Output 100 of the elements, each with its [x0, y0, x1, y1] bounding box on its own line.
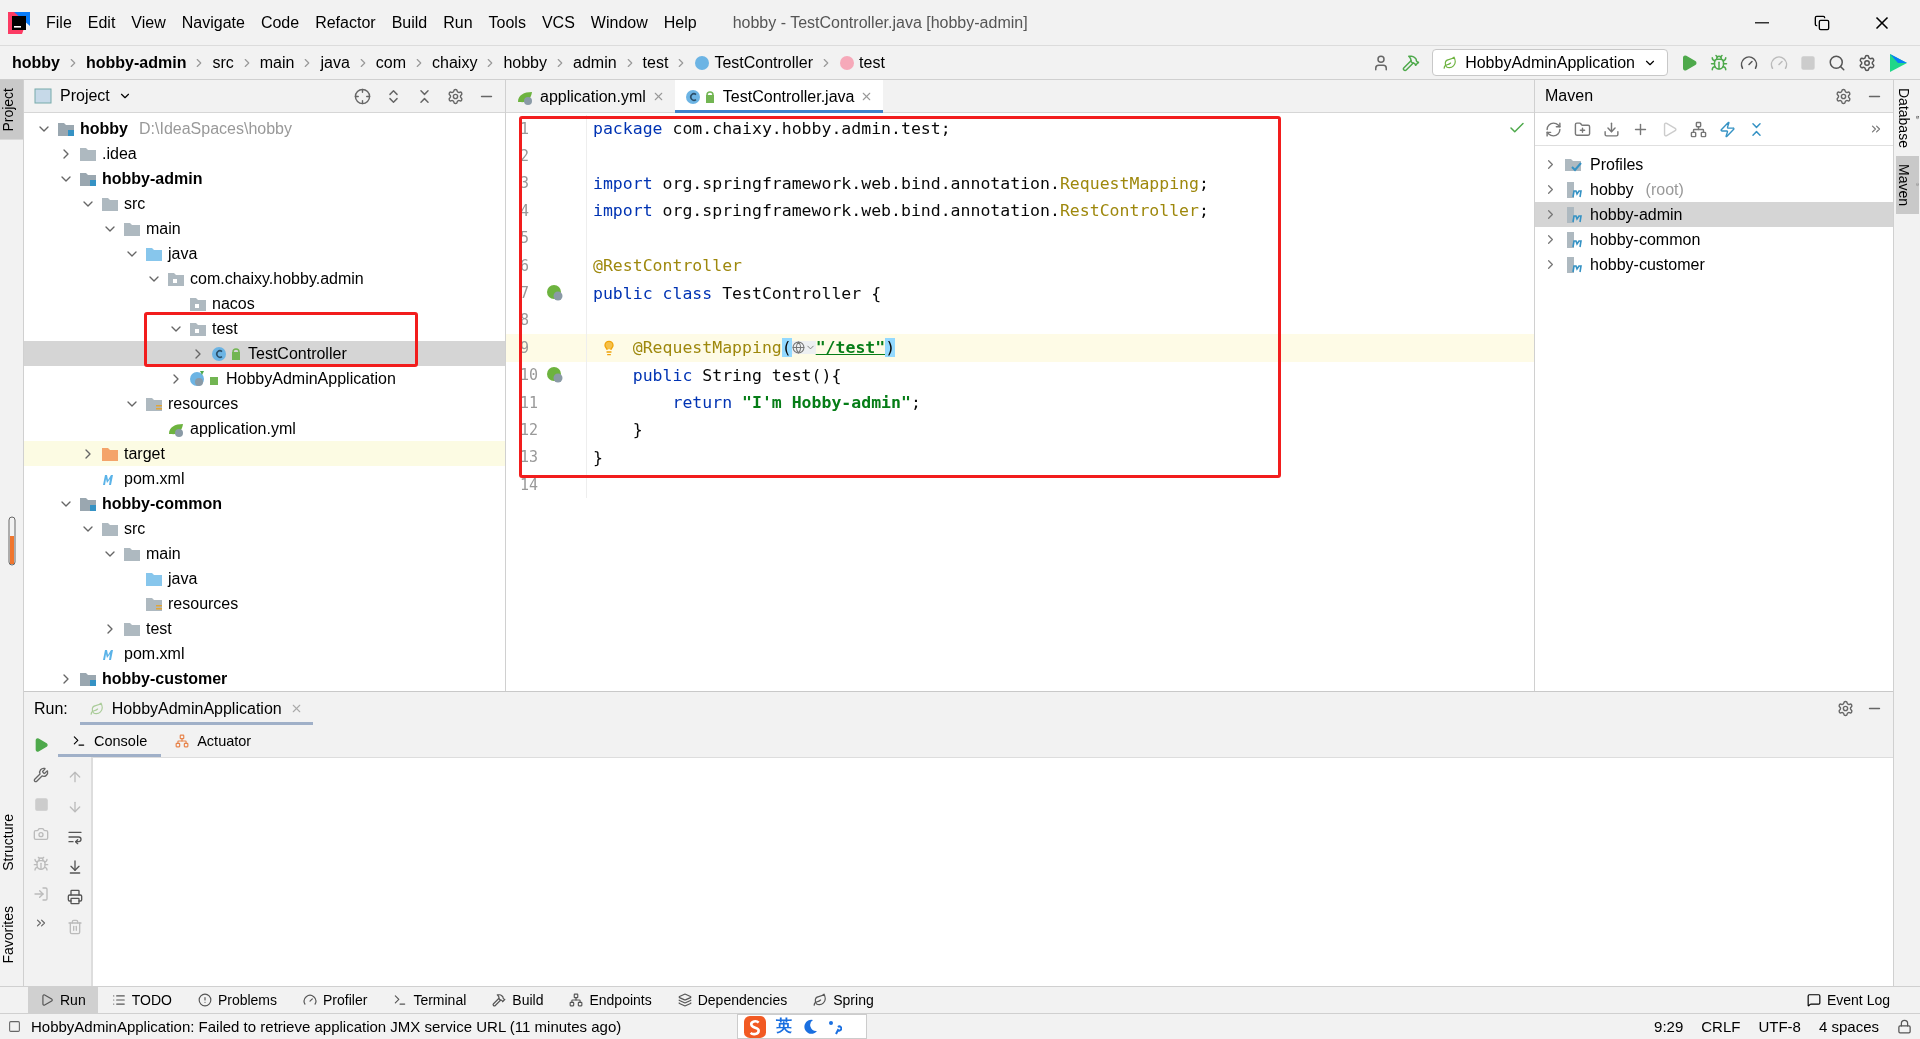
breadcrumb[interactable]: test [839, 53, 885, 72]
colorful-logo-icon[interactable] [1888, 52, 1908, 73]
status-item[interactable]: 4 spaces [1818, 1018, 1879, 1035]
tool-window-tab[interactable]: Database [1895, 80, 1919, 156]
wrench-icon[interactable] [33, 767, 49, 783]
status-item[interactable]: CRLF [1701, 1018, 1741, 1035]
menu-item[interactable]: Code [252, 13, 308, 32]
tree-row[interactable]: pom.xml [24, 641, 505, 666]
tree-row[interactable]: application.yml [24, 416, 505, 441]
breadcrumb[interactable]: src [212, 53, 234, 72]
toggle-icon[interactable] [1690, 120, 1707, 138]
menu-item[interactable]: Edit [79, 13, 124, 32]
tool-window-tab[interactable]: Maven [1895, 155, 1919, 214]
run-configuration-dropdown[interactable]: HobbyAdminApplication [1432, 49, 1668, 76]
globe-inlay-icon[interactable] [791, 341, 816, 355]
menu-item[interactable]: Refactor [307, 13, 384, 32]
ime-toolbar[interactable]: 英 [737, 1014, 867, 1039]
menu-item[interactable]: Help [655, 13, 705, 32]
bean-icon[interactable] [546, 366, 564, 385]
tree-row[interactable]: .idea [24, 141, 505, 166]
tree-row[interactable]: resources [24, 591, 505, 616]
status-item[interactable]: UTF-8 [1758, 1018, 1801, 1035]
menu-item[interactable]: File [38, 13, 80, 32]
tree-row[interactable]: hobby-admin [24, 166, 505, 191]
menu-item[interactable]: Window [582, 13, 656, 32]
panel-toggle-icon[interactable] [8, 1020, 21, 1033]
console-tab[interactable]: Console [58, 725, 162, 757]
tree-row[interactable]: HobbyAdminApplication [24, 366, 505, 391]
status-message[interactable]: HobbyAdminApplication: Failed to retrieve application JMX service URL (11 minutes ago) [31, 1018, 622, 1035]
maven-item[interactable]: hobby-common [1535, 227, 1893, 252]
menu-item[interactable]: Run [435, 13, 481, 32]
wrap-icon[interactable] [66, 829, 83, 845]
settings-icon[interactable] [1835, 87, 1852, 105]
tree-row[interactable]: TestController [24, 341, 505, 366]
tool-tab[interactable]: Spring [801, 986, 886, 1014]
hammer-icon[interactable] [1402, 53, 1421, 72]
status-item[interactable]: 9:29 [1654, 1018, 1684, 1035]
tool-tab[interactable]: Problems [185, 986, 290, 1014]
tree-row[interactable]: hobby-common [24, 491, 505, 516]
tree-row[interactable]: src [24, 516, 505, 541]
settings-icon[interactable] [1837, 700, 1854, 717]
tree-row[interactable]: main [24, 216, 505, 241]
console-tab[interactable]: Actuator [161, 725, 266, 757]
breadcrumb[interactable]: java [320, 53, 350, 72]
tree-row[interactable]: test [24, 316, 505, 341]
breadcrumb[interactable]: test [642, 53, 669, 72]
run-icon[interactable] [1680, 53, 1698, 72]
run-configuration-tab[interactable]: HobbyAdminApplication [79, 692, 313, 725]
crosshair-icon[interactable] [354, 87, 371, 105]
tool-window-tab[interactable]: Structure [0, 805, 23, 879]
tool-tab[interactable]: Build [480, 986, 556, 1014]
tree-row[interactable]: test [24, 616, 505, 641]
more-icon[interactable] [34, 916, 48, 930]
refresh-icon[interactable] [1545, 120, 1562, 138]
breadcrumb[interactable]: admin [573, 53, 617, 72]
tool-tab[interactable]: Endpoints [557, 986, 664, 1014]
menu-item[interactable]: View [123, 13, 174, 32]
search-icon[interactable] [1828, 53, 1846, 72]
editor-tab[interactable]: application.yml [506, 80, 675, 113]
editor-tab[interactable]: TestController.java [674, 80, 884, 113]
tree-row[interactable]: src [24, 191, 505, 216]
folder-plus-icon[interactable] [1574, 120, 1591, 138]
tree-row[interactable]: target [24, 441, 505, 466]
tree-row[interactable]: com.chaixy.hobby.admin [24, 266, 505, 291]
maven-item[interactable]: Profiles [1535, 152, 1893, 177]
breadcrumb[interactable]: hobby-admin [86, 53, 187, 72]
breadcrumb[interactable]: TestController [694, 53, 814, 72]
tree-row[interactable]: resources [24, 391, 505, 416]
tree-row[interactable]: hobby D:\IdeaSpaces\hobby [24, 116, 505, 141]
menu-item[interactable]: Navigate [173, 13, 253, 32]
breadcrumb[interactable]: hobby [12, 53, 60, 72]
run-icon[interactable] [33, 737, 49, 753]
tool-tab[interactable]: TODO [99, 986, 184, 1014]
more-icon[interactable] [1869, 122, 1883, 136]
breadcrumb[interactable]: chaixy [432, 53, 478, 72]
debug-icon[interactable] [1710, 53, 1728, 72]
coverage-icon[interactable] [1740, 53, 1758, 72]
tool-window-tab[interactable]: Favorites [0, 898, 23, 972]
tool-window-tab[interactable]: Project [0, 80, 23, 140]
tool-tab[interactable]: Profiler [291, 986, 380, 1014]
settings-icon[interactable] [447, 87, 464, 105]
bean-icon[interactable] [546, 284, 564, 303]
tree-row[interactable]: pom.xml [24, 466, 505, 491]
tree-row[interactable]: nacos [24, 291, 505, 316]
lightning-icon[interactable] [1719, 120, 1736, 138]
tool-tab[interactable]: Run [28, 986, 98, 1014]
breadcrumb[interactable]: hobby [503, 53, 547, 72]
tool-tab[interactable]: Dependencies [665, 986, 800, 1014]
settings-icon[interactable] [1858, 53, 1876, 72]
breadcrumb[interactable]: main [259, 53, 295, 72]
menu-item[interactable]: VCS [533, 13, 583, 32]
menu-item[interactable]: Build [383, 13, 436, 32]
breadcrumb[interactable]: com [375, 53, 407, 72]
download-icon[interactable] [1603, 120, 1620, 138]
tool-tab[interactable]: Terminal [381, 986, 479, 1014]
maven-item[interactable]: hobby-admin [1535, 202, 1893, 227]
menu-item[interactable]: Tools [480, 13, 534, 32]
maven-item[interactable]: hobby-customer [1535, 252, 1893, 277]
printer-icon[interactable] [66, 889, 83, 905]
tree-row[interactable]: java [24, 241, 505, 266]
